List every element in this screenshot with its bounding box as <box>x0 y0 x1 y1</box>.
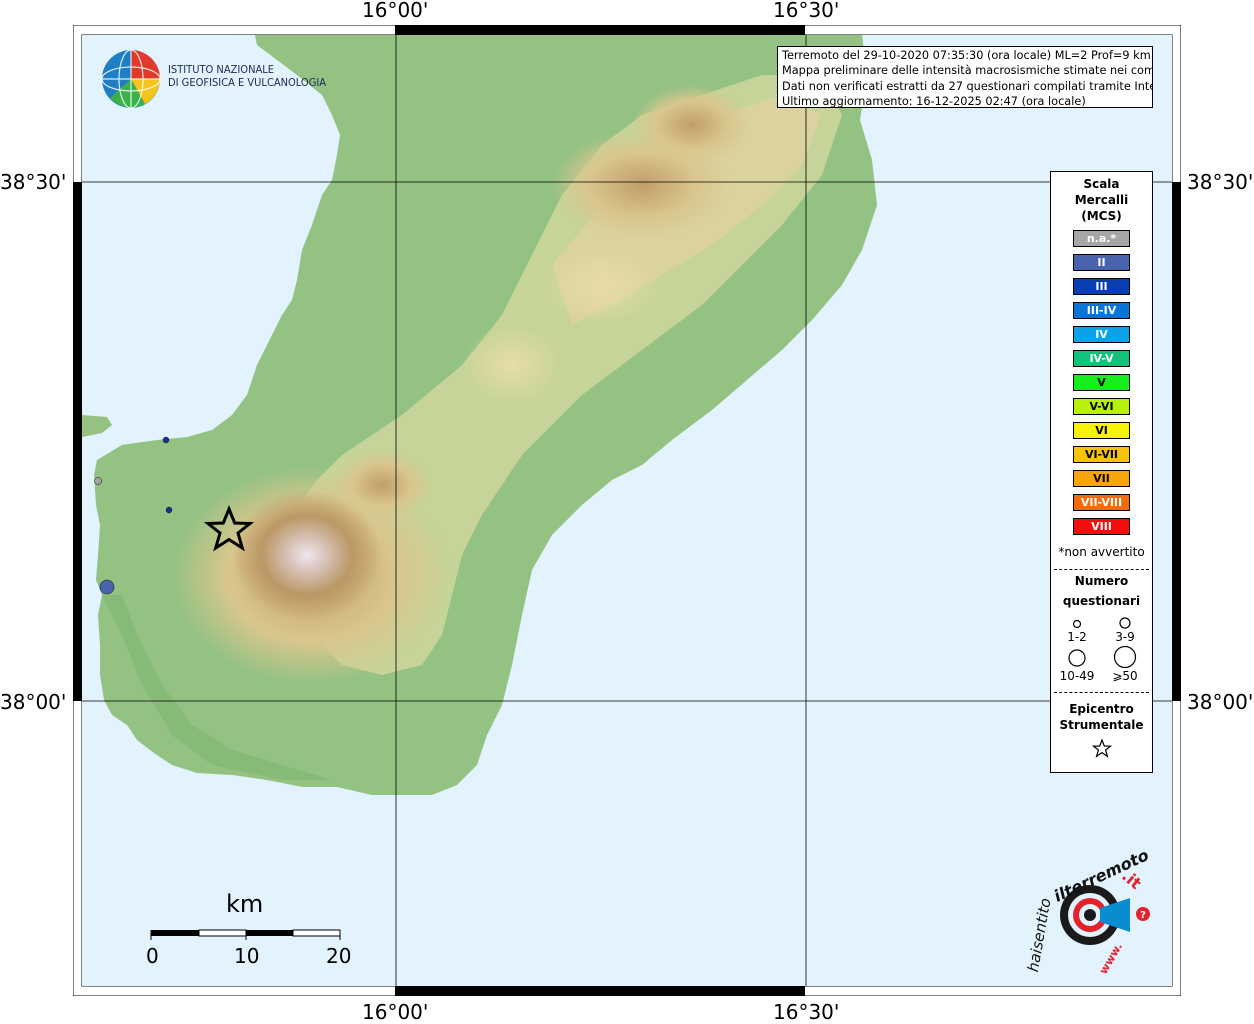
observation-point <box>162 436 170 444</box>
scalebar-tick-20: 20 <box>326 944 352 968</box>
legend-swatch: n.a.* <box>1073 230 1130 247</box>
legend-swatch: VII <box>1073 470 1130 487</box>
legend-title-2: Mercalli <box>1074 193 1129 207</box>
info-line2: Mappa preliminare delle intensità macros… <box>782 64 1153 78</box>
info-line4: Ultimo aggiornamento: 16-12-2025 02:47 (… <box>782 94 1086 108</box>
event-info-box: Terremoto del 29-10-2020 07:35:30 (ora l… <box>777 46 1153 108</box>
count-label-2: 3-9 <box>1115 630 1135 644</box>
legend-swatch: V <box>1073 374 1130 391</box>
watermark-text-www: www. <box>1096 940 1126 977</box>
legend-swatch: III <box>1073 278 1130 295</box>
count-label-1: 1-2 <box>1067 630 1087 644</box>
epicenter-legend-star-icon <box>1091 738 1113 758</box>
count-title-2: questionari <box>1062 594 1141 608</box>
epi-title-2: Strumentale <box>1059 718 1144 732</box>
epi-title-1: Epicentro <box>1069 702 1134 716</box>
legend-swatch: IV-V <box>1073 350 1130 367</box>
scalebar <box>150 929 341 940</box>
legend-swatch: VI <box>1073 422 1130 439</box>
observation-point <box>99 579 115 595</box>
legend-swatch: VI-VII <box>1073 446 1130 463</box>
info-line1: Terremoto del 29-10-2020 07:35:30 (ora l… <box>782 49 1151 62</box>
legend-swatch: III-IV <box>1073 302 1130 319</box>
lat-label-right-2: 38°00' <box>1187 690 1254 714</box>
legend-swatch: IV <box>1073 326 1130 343</box>
scalebar-tick-10: 10 <box>234 944 260 968</box>
legend-title-3: (MCS) <box>1081 209 1122 223</box>
lat-label-right-1: 38°30' <box>1187 170 1254 194</box>
legend-swatch: II <box>1073 254 1130 271</box>
observation-point <box>94 477 102 485</box>
lon-label-top-1: 16°00' <box>362 0 429 22</box>
ingv-logo-globe <box>101 49 161 109</box>
count-label-3: 10-49 <box>1059 669 1095 683</box>
scalebar-tick-0: 0 <box>146 944 159 968</box>
lon-label-top-2: 16°30' <box>773 0 840 22</box>
info-line3: Dati non verificati estratti da 27 quest… <box>782 79 1153 93</box>
intensity-legend: Scala Mercalli (MCS) n.a.* II III III-IV IV I… <box>1050 171 1153 773</box>
lon-label-bottom-2: 16°30' <box>773 1000 840 1024</box>
map-canvas[interactable] <box>82 35 1172 986</box>
ingv-line1: ISTITUTO NAZIONALE <box>168 63 275 76</box>
legend-divider-2 <box>1054 692 1149 693</box>
count-title-1: Numero <box>1074 574 1129 588</box>
legend-swatch: VIII <box>1073 518 1130 535</box>
lat-label-left-2: 38°00' <box>0 690 67 714</box>
observation-point <box>165 506 173 514</box>
haisentito-text: haisentito ilterremoto .it www. <box>1024 845 1160 980</box>
legend-swatch: VII-VIII <box>1073 494 1130 511</box>
legend-title-1: Scala <box>1083 177 1120 191</box>
lon-label-bottom-1: 16°00' <box>362 1000 429 1024</box>
count-label-4: ⩾50 <box>1112 669 1138 683</box>
legend-divider <box>1054 569 1149 570</box>
legend-swatch: V-VI <box>1073 398 1130 415</box>
lat-label-left-1: 38°30' <box>0 170 67 194</box>
legend-note: *non avvertito <box>1058 545 1145 559</box>
scalebar-unit: km <box>226 890 264 918</box>
terrain-map <box>82 35 1172 986</box>
ingv-org-name: ISTITUTO NAZIONALE DI GEOFISICA E VULCAN… <box>168 63 326 89</box>
ingv-line2: DI GEOFISICA E VULCANOLOGIA <box>168 76 327 89</box>
